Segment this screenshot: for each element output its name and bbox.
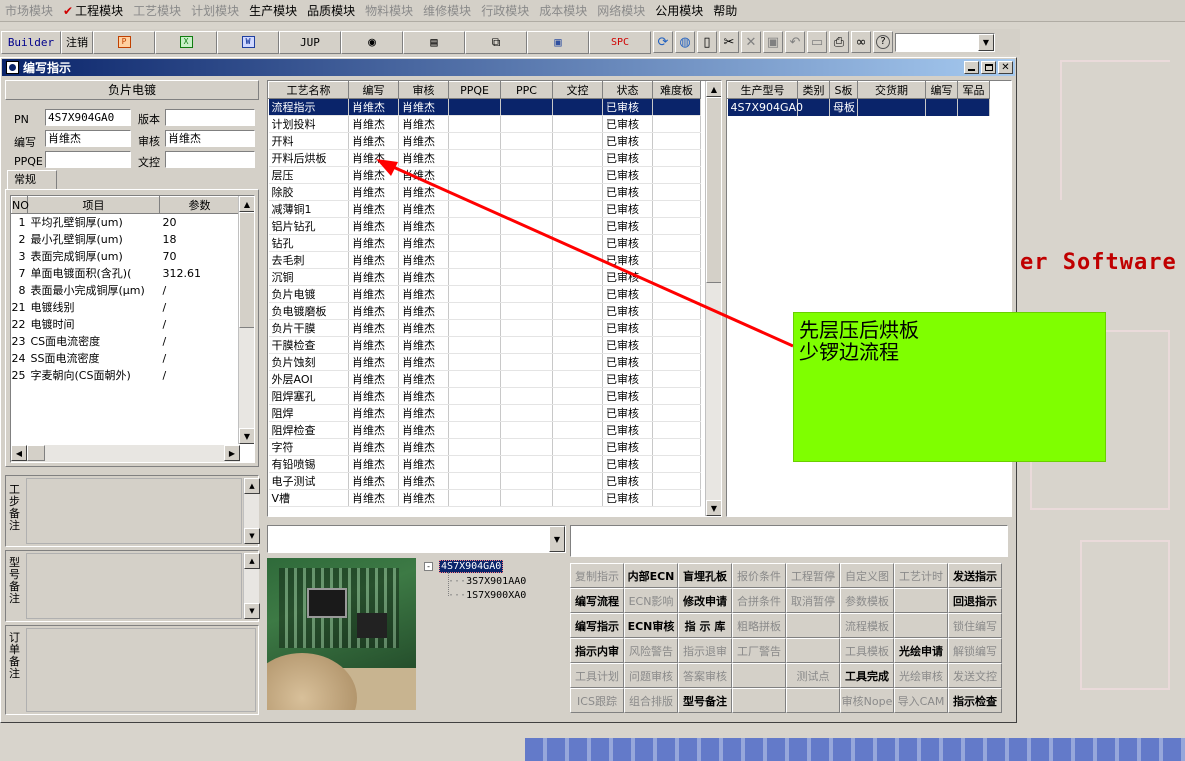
annotation-line-2: 少锣边流程 [799, 340, 899, 364]
annotation-note: 先层压后烘板 少锣边流程 [793, 312, 1106, 462]
arrow-head [376, 159, 398, 176]
arrow-line [381, 160, 794, 348]
annotation-line-1: 先层压后烘板 [799, 318, 919, 342]
